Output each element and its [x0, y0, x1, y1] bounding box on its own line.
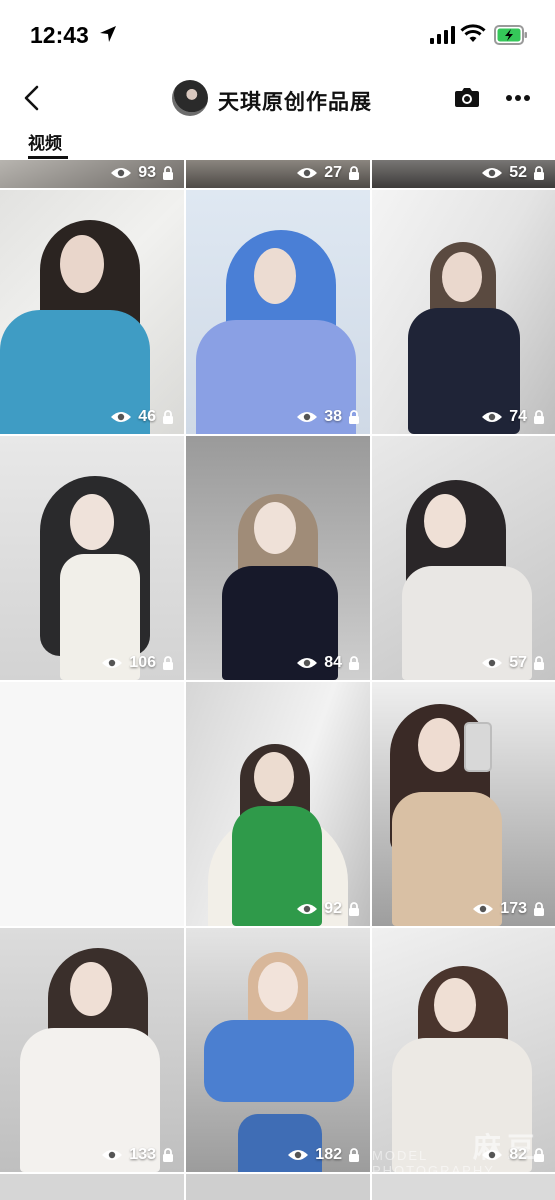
video-tile[interactable]	[186, 1174, 370, 1200]
lock-icon	[163, 409, 173, 424]
video-tile[interactable]: 52	[372, 160, 555, 188]
lock-icon	[534, 655, 544, 670]
lock-icon	[534, 165, 544, 180]
lock-icon	[349, 409, 359, 424]
video-tile[interactable]: 74	[372, 190, 555, 434]
cellular-signal-icon	[430, 26, 455, 44]
lock-icon	[534, 1147, 544, 1162]
view-count: 133	[129, 1146, 156, 1163]
view-count: 92	[324, 900, 342, 917]
view-count: 93	[138, 164, 156, 181]
video-tile[interactable]: 173	[372, 682, 555, 926]
eye-icon	[111, 168, 132, 178]
view-count: 27	[324, 164, 342, 181]
lock-icon	[534, 409, 544, 424]
eye-icon	[297, 904, 318, 914]
eye-icon	[297, 168, 318, 178]
video-tile[interactable]: 106	[0, 436, 184, 680]
eye-icon	[102, 658, 123, 668]
lock-icon	[349, 655, 359, 670]
tab-bar: 视频	[0, 126, 555, 160]
eye-icon	[297, 658, 318, 668]
view-count: 74	[509, 408, 527, 425]
view-count: 182	[315, 1146, 342, 1163]
wifi-icon	[460, 24, 486, 42]
eye-icon	[102, 1150, 123, 1160]
status-bar: 12:43	[0, 0, 555, 70]
view-count: 57	[509, 654, 527, 671]
view-count: 52	[509, 164, 527, 181]
video-tile[interactable]	[0, 1174, 184, 1200]
video-tile[interactable]: 182	[186, 928, 370, 1172]
lock-icon	[349, 165, 359, 180]
eye-icon	[288, 1150, 309, 1160]
eye-icon	[111, 412, 132, 422]
lock-icon	[349, 901, 359, 916]
view-count: 38	[324, 408, 342, 425]
channel-avatar[interactable]	[172, 80, 208, 116]
video-tile[interactable]: 27	[186, 160, 370, 188]
eye-icon	[297, 412, 318, 422]
camera-icon[interactable]	[454, 86, 480, 108]
view-count: 46	[138, 408, 156, 425]
video-tile[interactable]: 84	[186, 436, 370, 680]
nav-bar: 天琪原创作品展	[0, 70, 555, 126]
more-options-icon[interactable]	[505, 94, 531, 102]
video-tile[interactable]: 57	[372, 436, 555, 680]
eye-icon	[482, 412, 503, 422]
tab-indicator	[28, 156, 68, 159]
video-grid: 93 27 52 46 38 74 106 84 57 92 173 133 1…	[0, 160, 555, 1200]
video-tile[interactable]: 38	[186, 190, 370, 434]
video-tile[interactable]: 92	[186, 682, 370, 926]
eye-icon	[482, 1150, 503, 1160]
video-tile[interactable]: 46	[0, 190, 184, 434]
lock-icon	[349, 1147, 359, 1162]
video-tile[interactable]	[372, 1174, 555, 1200]
status-time: 12:43	[30, 22, 89, 48]
battery-charging-icon	[494, 25, 527, 45]
back-chevron-icon[interactable]	[18, 82, 48, 114]
tab-videos[interactable]: 视频	[28, 129, 62, 154]
video-tile-empty	[0, 682, 184, 926]
location-arrow-icon	[100, 26, 116, 42]
eye-icon	[473, 904, 494, 914]
view-count: 106	[129, 654, 156, 671]
view-count: 173	[500, 900, 527, 917]
page-title: 天琪原创作品展	[218, 91, 372, 114]
video-tile[interactable]: 93	[0, 160, 184, 188]
eye-icon	[482, 658, 503, 668]
eye-icon	[482, 168, 503, 178]
view-count: 84	[324, 654, 342, 671]
lock-icon	[163, 655, 173, 670]
lock-icon	[534, 901, 544, 916]
video-tile[interactable]: 133	[0, 928, 184, 1172]
video-tile[interactable]: 麻豆 MODEL PHOTOGRAPHY 82	[372, 928, 555, 1172]
view-count: 82	[509, 1146, 527, 1163]
lock-icon	[163, 1147, 173, 1162]
lock-icon	[163, 165, 173, 180]
